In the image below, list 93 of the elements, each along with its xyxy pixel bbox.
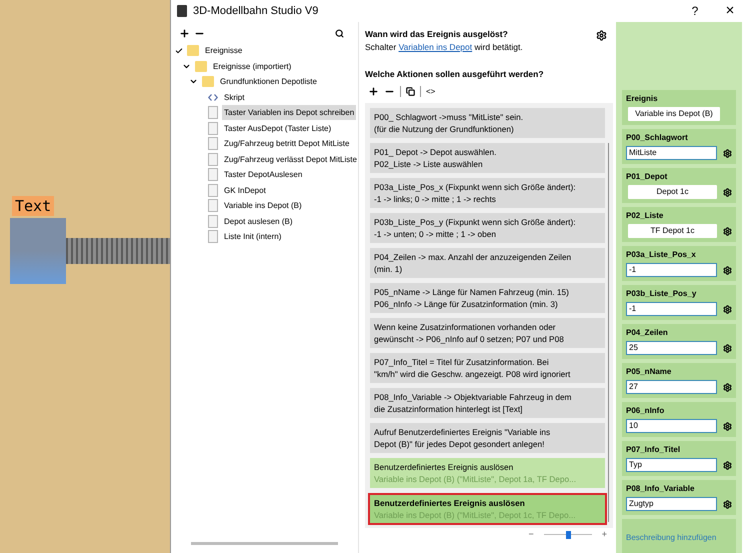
expand-icon[interactable] bbox=[175, 46, 183, 55]
settings-icon[interactable] bbox=[723, 148, 732, 158]
window-title: 3D-Modellbahn Studio V9 bbox=[193, 4, 318, 19]
parameter-label: P07_Info_Titel bbox=[626, 444, 682, 455]
input-field[interactable]: 27 bbox=[626, 380, 717, 394]
document-icon bbox=[208, 184, 218, 197]
text-label: Text bbox=[12, 196, 54, 216]
code-icon bbox=[208, 94, 218, 101]
settings-icon[interactable] bbox=[723, 344, 732, 352]
tree-item[interactable]: GK InDepot bbox=[222, 182, 268, 198]
slider-thumb[interactable] bbox=[566, 530, 571, 538]
event-title: Benutzerdefiniertes Ereignis auslösen bbox=[374, 460, 514, 472]
settings-icon[interactable] bbox=[723, 382, 732, 392]
trigger-heading: Wann wird das Ereignis ausgelöst? bbox=[365, 28, 509, 41]
comment-action[interactable]: P08_Info_Variable -> Objektvariable Fahrzeug in dem die Zusatzinformation hinterlegt ist [Text] bbox=[370, 388, 605, 418]
block-shape bbox=[10, 218, 66, 284]
parameter-label: Ereignis bbox=[626, 93, 659, 104]
add-icon[interactable] bbox=[368, 86, 379, 97]
settings-icon[interactable] bbox=[723, 226, 732, 236]
tree-item[interactable]: Liste Init (intern) bbox=[222, 229, 284, 244]
document-icon bbox=[208, 168, 218, 182]
comment-action[interactable]: P00_ Schlagwort ->muss "MitListe" sein. (für die Nutzung der Grundfunktionen) bbox=[370, 108, 605, 138]
settings-icon[interactable] bbox=[596, 30, 607, 41]
input-field[interactable]: -1 bbox=[626, 302, 717, 316]
document-icon bbox=[208, 152, 218, 166]
tree-item[interactable]: Taster Variablen ins Depot schreiben bbox=[222, 105, 356, 120]
tree-item[interactable]: Zug/Fahrzeug betritt Depot MitListe bbox=[222, 136, 352, 152]
comment-action[interactable]: P04_Zeilen -> max. Anzahl der anzuzeigenden Zeilen (min. 1) bbox=[370, 248, 605, 278]
comment-action[interactable]: P03a_Liste_Pos_x (Fixpunkt wenn sich Größe ändert): -1 -> links; 0 -> mitte ; 1 -> rechts bbox=[370, 178, 605, 208]
trigger-text: Schalter Variablen ins Depot wird betätigt. bbox=[365, 40, 524, 53]
parameter-label: P05_nName bbox=[626, 366, 672, 377]
tree-item[interactable]: Taster DepotAuslesen bbox=[222, 167, 304, 182]
parameter-label: P06_nInfo bbox=[626, 405, 666, 416]
folder-icon bbox=[187, 45, 199, 56]
tree-item[interactable]: Zug/Fahrzeug verlässt Depot MitListe bbox=[222, 152, 359, 167]
parameter-label: P08_Info_Variable bbox=[626, 483, 696, 494]
folder-icon bbox=[202, 76, 214, 88]
event-title: Benutzerdefiniertes Ereignis auslösen bbox=[374, 496, 526, 508]
tree-item[interactable]: Skript bbox=[222, 90, 246, 105]
document-icon bbox=[208, 230, 218, 244]
comment-action[interactable]: Aufruf Benutzerdefiniertes Ereignis "Variable ins Depot (B)" für jedes Depot gesondert anlegen! bbox=[370, 422, 605, 452]
event-action[interactable]: Benutzerdefiniertes Ereignis auslösen Variable ins Depot (B) ("MitListe", Depot 1a, TF Depo... bbox=[370, 458, 605, 488]
comment-action[interactable]: P01_ Depot -> Depot auswählen. P02_Liste -> Liste auswählen bbox=[370, 142, 605, 172]
parameter-label: P04_Zeilen bbox=[626, 327, 669, 338]
document-icon bbox=[208, 137, 218, 150]
help-button[interactable]: ? bbox=[680, 0, 710, 22]
comment-action[interactable]: P03b_Liste_Pos_y (Fixpunkt wenn sich Größe ändert): -1 -> unten; 0 -> mitte ; 1 -> oben bbox=[370, 212, 605, 242]
comment-action[interactable]: P05_nName -> Länge für Namen Fahrzeug (min. 15) P06_nInfo -> Länge für Zusatzinformation (min. 3) bbox=[370, 282, 605, 312]
input-field[interactable]: 10 bbox=[626, 419, 717, 433]
document-icon bbox=[208, 122, 218, 135]
settings-icon[interactable] bbox=[723, 460, 732, 470]
zoom-out-button[interactable]: − bbox=[528, 528, 534, 542]
document-icon bbox=[208, 106, 218, 120]
comment-action[interactable]: P07_Info_Titel = Titel für Zusatzinformation. Bei "km/h" wird die Geschw. angezeigt. P08 wird ignoriert bbox=[370, 352, 605, 382]
settings-icon[interactable] bbox=[723, 304, 732, 314]
input-field[interactable]: -1 bbox=[626, 263, 717, 277]
tree-item[interactable]: Grundfunktionen Depotliste bbox=[218, 74, 319, 90]
parameter-label: P03b_Liste_Pos_y bbox=[626, 288, 698, 299]
value-button[interactable]: Variable ins Depot (B) bbox=[628, 107, 720, 121]
variable-link[interactable]: Variablen ins Depot bbox=[398, 42, 472, 52]
parameter-label: P02_Liste bbox=[626, 210, 664, 221]
tree-item[interactable]: Variable ins Depot (B) bbox=[222, 198, 304, 214]
settings-icon[interactable] bbox=[723, 500, 732, 508]
app-icon bbox=[177, 5, 187, 17]
folder-icon bbox=[195, 60, 207, 72]
search-icon[interactable] bbox=[335, 28, 344, 38]
parameter-label: P00_Schlagwort bbox=[626, 132, 689, 143]
copy-icon[interactable] bbox=[406, 87, 415, 96]
event-detail: Variable ins Depot (B) ("MitListe", Depot 1a, TF Depo... bbox=[374, 472, 578, 484]
tree-item[interactable]: Taster AusDepot (Taster Liste) bbox=[222, 120, 334, 136]
tree-item[interactable]: Ereignisse bbox=[203, 43, 244, 58]
settings-icon[interactable] bbox=[723, 266, 732, 274]
tree-item[interactable]: Ereignisse (importiert) bbox=[211, 58, 294, 74]
input-field[interactable]: Zugtyp bbox=[626, 497, 717, 511]
settings-icon[interactable] bbox=[723, 188, 732, 196]
parameter-label: P01_Depot bbox=[626, 171, 668, 182]
document-icon bbox=[208, 214, 218, 228]
value-button[interactable]: TF Depot 1c bbox=[628, 224, 717, 238]
input-field[interactable]: MitListe bbox=[626, 146, 717, 160]
zoom-in-button[interactable]: + bbox=[602, 528, 607, 542]
document-icon bbox=[208, 199, 218, 212]
tree-item[interactable]: Depot auslesen (B) bbox=[222, 214, 294, 229]
input-field[interactable]: Typ bbox=[626, 458, 717, 472]
value-button[interactable]: Depot 1c bbox=[628, 185, 717, 199]
add-icon[interactable] bbox=[179, 28, 190, 38]
close-button[interactable]: × bbox=[710, 0, 750, 22]
settings-icon[interactable] bbox=[723, 422, 732, 430]
comment-action[interactable]: Wenn keine Zusatzinformationen vorhanden oder gewünscht -> P06_nInfo auf 0 setzen; P07 und P08 bbox=[370, 318, 605, 348]
parameter-label: P03a_Liste_Pos_x bbox=[626, 249, 697, 260]
actions-heading: Welche Aktionen sollen ausgeführt werden? bbox=[365, 68, 545, 80]
input-field[interactable]: 25 bbox=[626, 341, 717, 355]
zoom-slider[interactable] bbox=[544, 532, 592, 538]
code-button[interactable]: <> bbox=[426, 86, 436, 98]
